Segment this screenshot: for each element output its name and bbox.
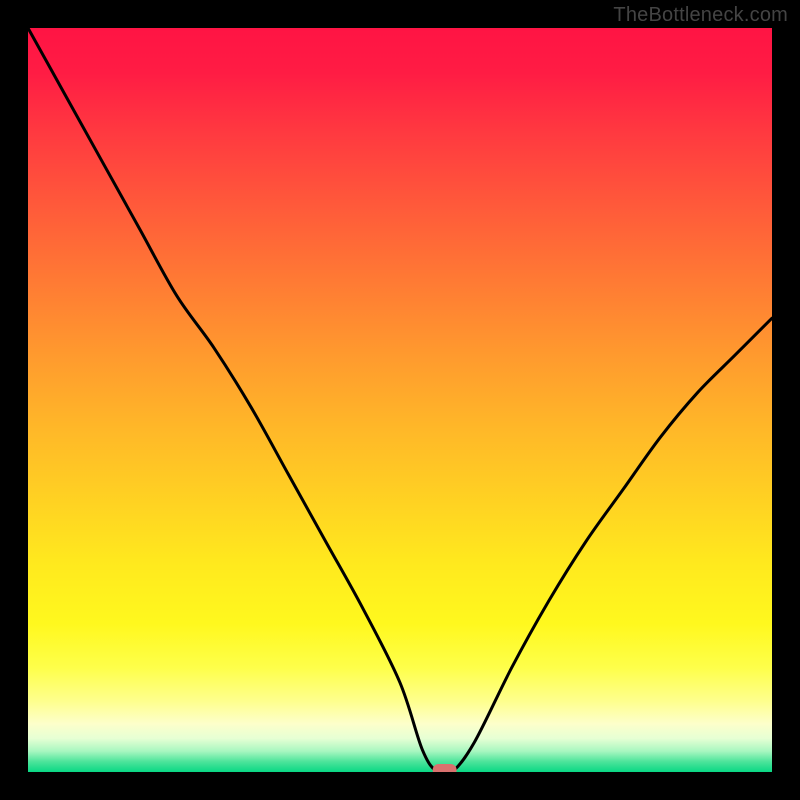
chart-svg [28, 28, 772, 772]
watermark-label: TheBottleneck.com [613, 4, 788, 27]
plot-area [28, 28, 772, 772]
gradient-background [28, 28, 772, 772]
chart-frame: TheBottleneck.com [0, 0, 800, 800]
minimum-marker [433, 764, 457, 772]
